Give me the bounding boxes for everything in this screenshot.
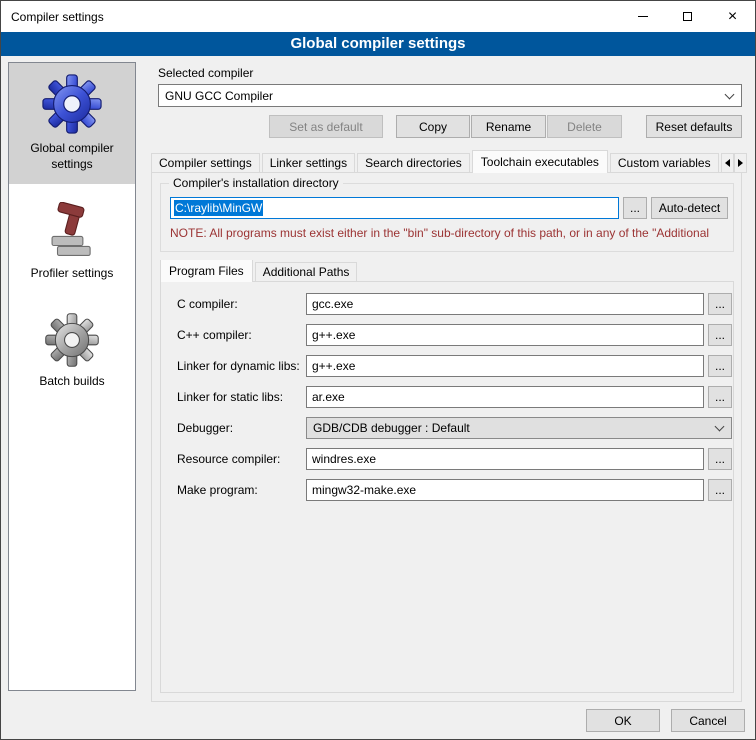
sidebar-item-profiler-settings[interactable]: Profiler settings: [9, 192, 135, 294]
delete-button: Delete: [547, 115, 622, 138]
cpp-compiler-input[interactable]: [306, 324, 704, 346]
bin-subdirectory-note: NOTE: All programs must exist either in …: [170, 226, 732, 240]
blue-gear-icon: [41, 73, 103, 135]
program-files-panel: C compiler: ... C++ compiler: ... Linker…: [160, 281, 734, 693]
browse-directory-button[interactable]: ...: [623, 197, 647, 219]
form-row-make-program: Make program: ...: [161, 479, 733, 501]
tab-toolchain-executables[interactable]: Toolchain executables: [472, 150, 608, 173]
form-row-linker-static: Linker for static libs: ...: [161, 386, 733, 408]
make-program-browse-button[interactable]: ...: [708, 479, 732, 501]
form-row-resource-compiler: Resource compiler: ...: [161, 448, 733, 470]
program-files-tabs: Program Files Additional Paths: [160, 260, 359, 282]
triangle-left-icon: [721, 159, 730, 167]
minimize-icon: [638, 16, 648, 17]
c-compiler-label: C compiler:: [177, 293, 238, 315]
tab-search-directories[interactable]: Search directories: [357, 153, 470, 173]
linker-static-input[interactable]: [306, 386, 704, 408]
set-as-default-button: Set as default: [269, 115, 383, 138]
installation-directory-selected-text: C:\raylib\MinGW: [174, 200, 263, 216]
settings-category-list: Global compiler settings Profiler settin…: [8, 62, 136, 691]
debugger-label: Debugger:: [177, 417, 233, 439]
tab-linker-settings[interactable]: Linker settings: [262, 153, 355, 173]
c-compiler-browse-button[interactable]: ...: [708, 293, 732, 315]
reset-defaults-button[interactable]: Reset defaults: [646, 115, 742, 138]
sidebar-item-global-compiler-settings[interactable]: Global compiler settings: [9, 63, 135, 184]
chevron-down-icon: [725, 89, 735, 99]
cancel-button[interactable]: Cancel: [671, 709, 745, 732]
copy-button[interactable]: Copy: [396, 115, 470, 138]
selected-compiler-dropdown[interactable]: GNU GCC Compiler: [158, 84, 742, 107]
form-row-cpp-compiler: C++ compiler: ...: [161, 324, 733, 346]
minimize-button[interactable]: [620, 1, 665, 32]
linker-dynamic-input[interactable]: [306, 355, 704, 377]
sidebar-item-label: Batch builds: [11, 374, 133, 390]
tab-additional-paths[interactable]: Additional Paths: [255, 262, 358, 282]
compiler-options-tabs: Compiler settings Linker settings Search…: [151, 150, 724, 173]
ok-button[interactable]: OK: [586, 709, 660, 732]
close-button[interactable]: ×: [710, 1, 755, 32]
selected-compiler-label: Selected compiler: [158, 66, 253, 80]
page-title: Global compiler settings: [1, 32, 755, 56]
window-title: Compiler settings: [1, 10, 620, 24]
rename-button[interactable]: Rename: [471, 115, 546, 138]
installation-directory-input[interactable]: C:\raylib\MinGW: [170, 197, 619, 219]
sidebar-item-label: Profiler settings: [11, 266, 133, 282]
toolchain-executables-panel: Compiler's installation directory C:\ray…: [151, 172, 742, 702]
sidebar-item-batch-builds[interactable]: Batch builds: [9, 302, 135, 402]
maximize-button[interactable]: [665, 1, 710, 32]
tab-custom-variables[interactable]: Custom variables: [610, 153, 719, 173]
form-row-linker-dynamic: Linker for dynamic libs: ...: [161, 355, 733, 377]
resource-compiler-label: Resource compiler:: [177, 448, 280, 470]
tab-scroll-arrows: [721, 153, 747, 173]
make-program-label: Make program:: [177, 479, 258, 501]
profiler-tool-icon: [43, 202, 101, 260]
linker-dynamic-browse-button[interactable]: ...: [708, 355, 732, 377]
installation-directory-group-title: Compiler's installation directory: [169, 176, 343, 190]
debugger-value: GDB/CDB debugger : Default: [313, 421, 470, 435]
auto-detect-button[interactable]: Auto-detect: [651, 197, 728, 219]
linker-static-browse-button[interactable]: ...: [708, 386, 732, 408]
titlebar: Compiler settings ×: [1, 1, 755, 32]
tab-compiler-settings[interactable]: Compiler settings: [151, 153, 260, 173]
debugger-dropdown[interactable]: GDB/CDB debugger : Default: [306, 417, 732, 439]
chevron-down-icon: [715, 422, 725, 432]
triangle-right-icon: [738, 159, 747, 167]
sidebar-item-label: Global compiler settings: [11, 141, 133, 172]
tab-program-files[interactable]: Program Files: [160, 260, 253, 282]
close-icon: ×: [728, 9, 737, 25]
resource-compiler-input[interactable]: [306, 448, 704, 470]
form-row-debugger: Debugger: GDB/CDB debugger : Default: [161, 417, 733, 439]
gray-gear-icon: [44, 312, 100, 368]
selected-compiler-value: GNU GCC Compiler: [165, 89, 273, 103]
cpp-compiler-browse-button[interactable]: ...: [708, 324, 732, 346]
c-compiler-input[interactable]: [306, 293, 704, 315]
form-row-c-compiler: C compiler: ...: [161, 293, 733, 315]
make-program-input[interactable]: [306, 479, 704, 501]
tab-scroll-left-button[interactable]: [721, 153, 734, 173]
cpp-compiler-label: C++ compiler:: [177, 324, 252, 346]
compiler-settings-dialog: Compiler settings × Global compiler sett…: [0, 0, 756, 740]
linker-dynamic-label: Linker for dynamic libs:: [177, 355, 300, 377]
tab-scroll-right-button[interactable]: [734, 153, 747, 173]
maximize-icon: [683, 12, 692, 21]
resource-compiler-browse-button[interactable]: ...: [708, 448, 732, 470]
installation-directory-group: Compiler's installation directory C:\ray…: [160, 183, 734, 252]
linker-static-label: Linker for static libs:: [177, 386, 283, 408]
